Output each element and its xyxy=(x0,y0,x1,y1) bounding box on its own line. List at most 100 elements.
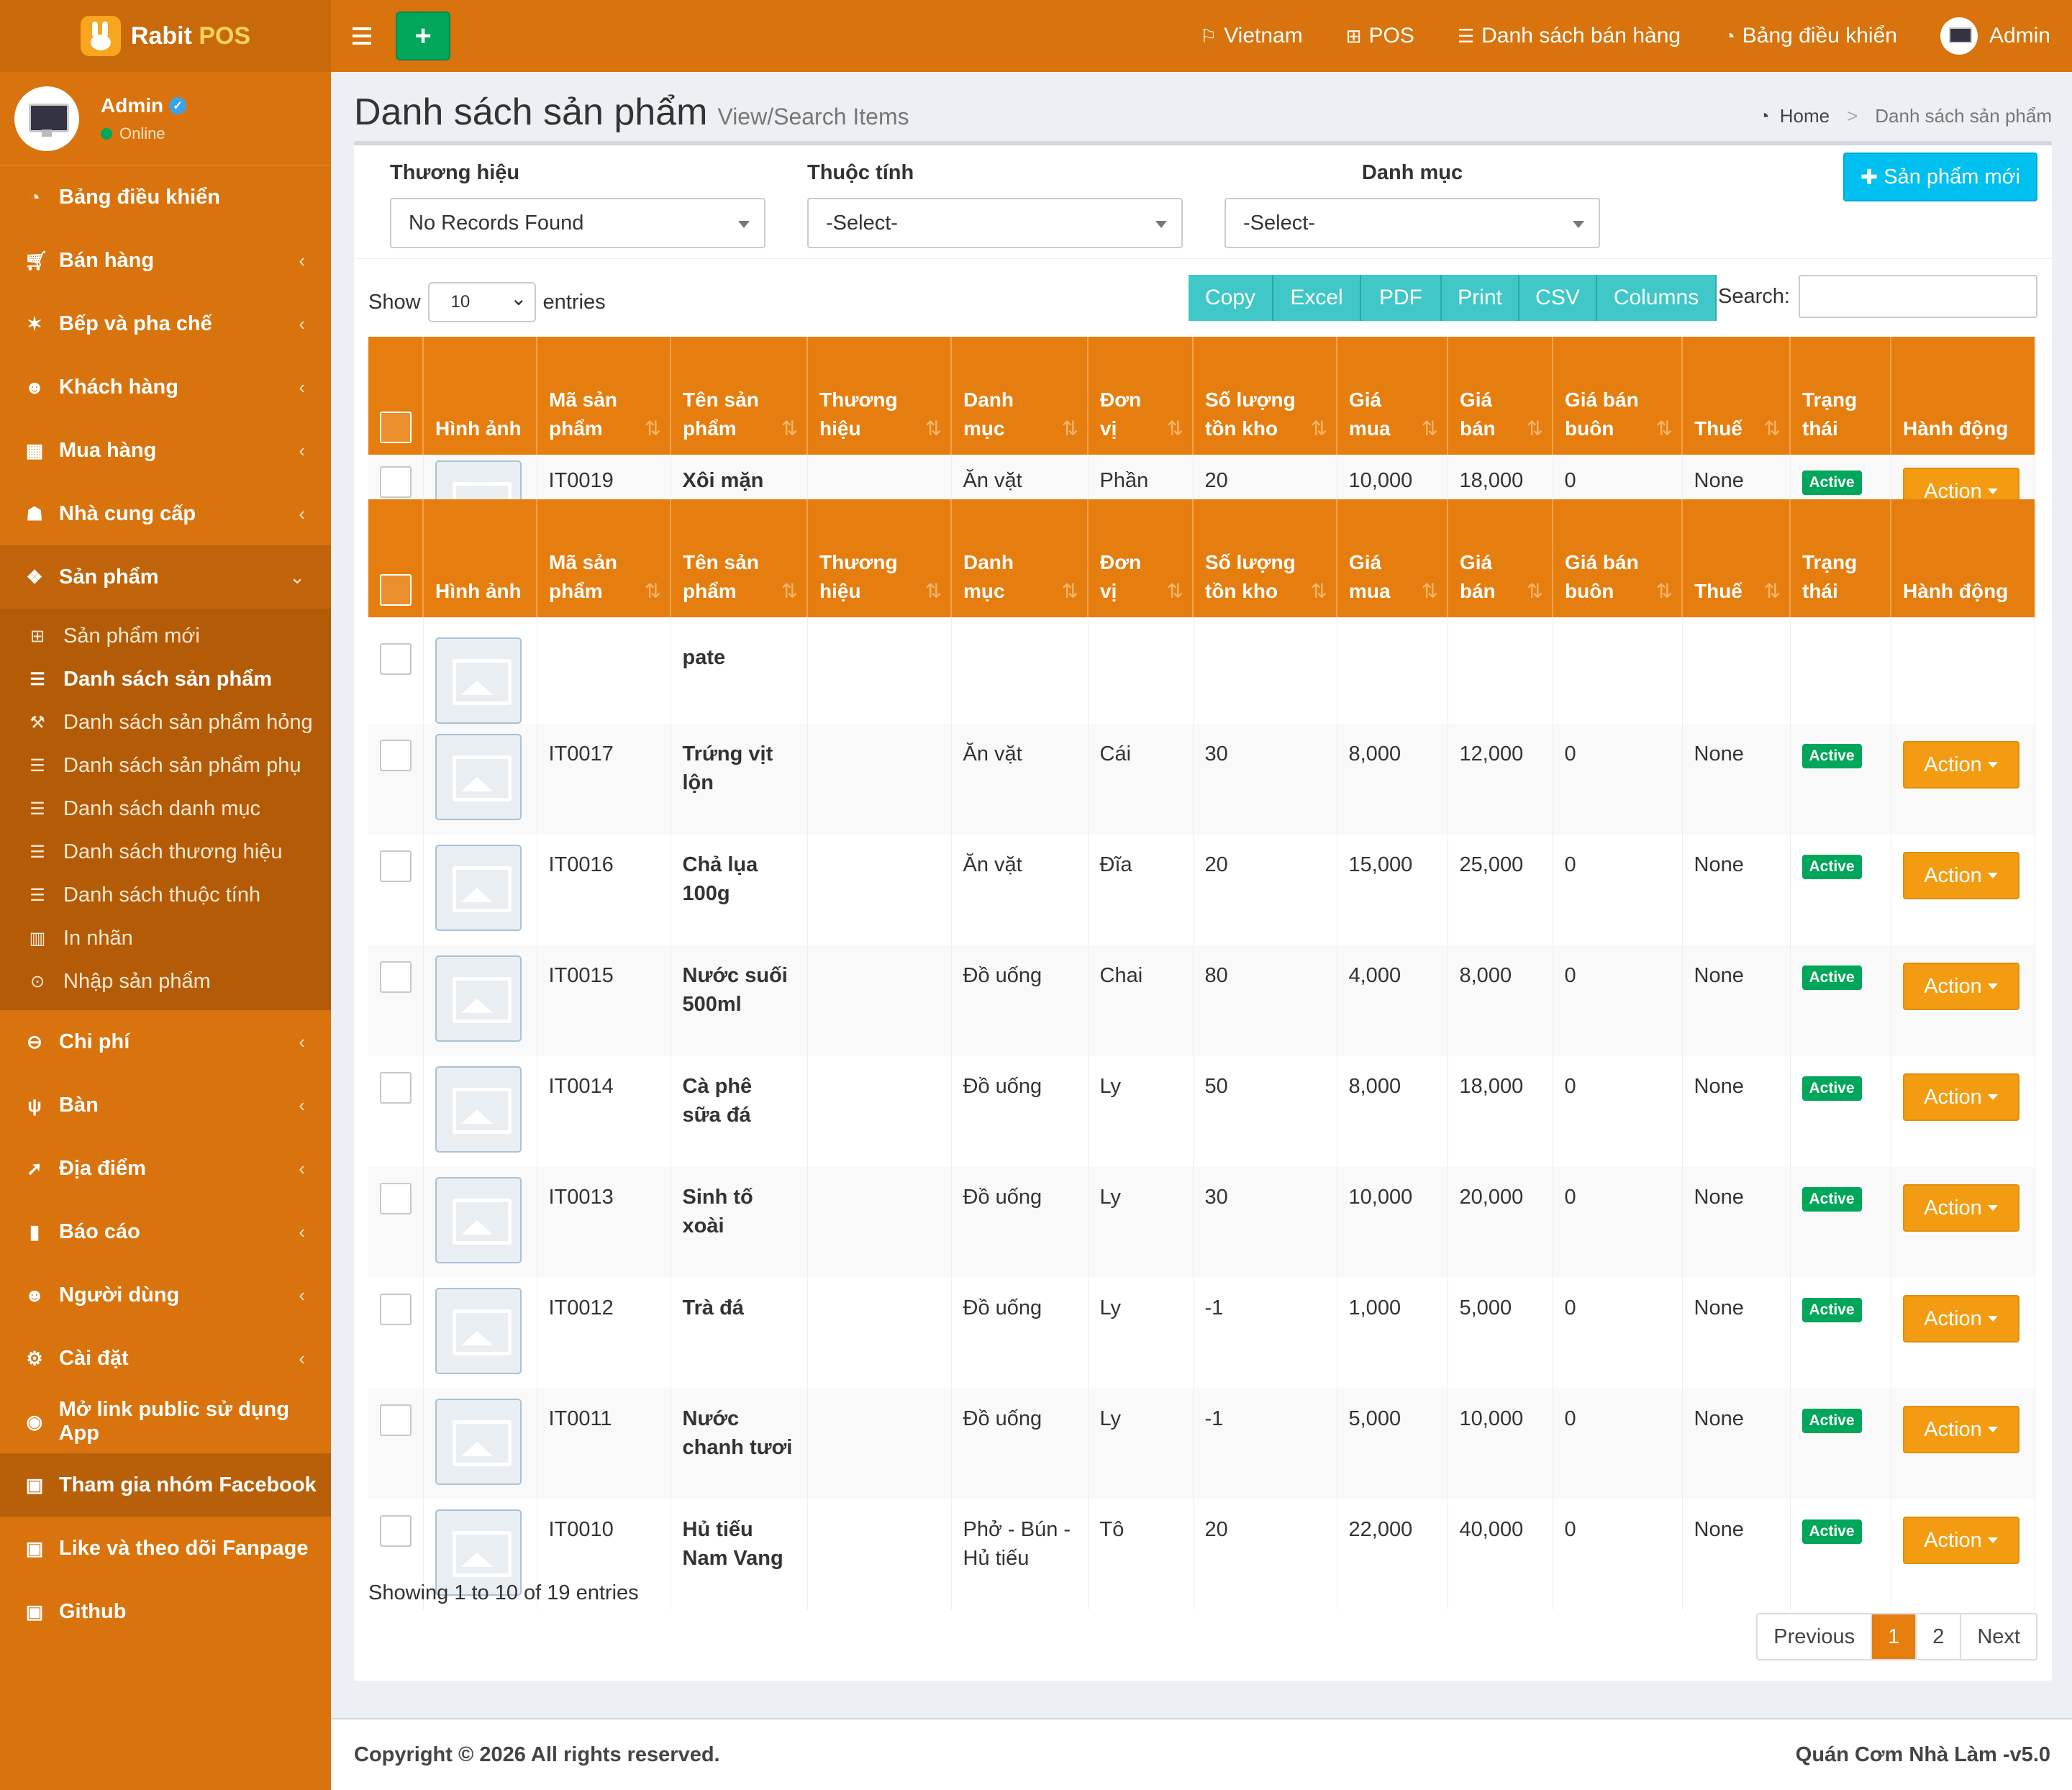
row-action-button[interactable]: Action xyxy=(1902,741,2019,789)
nav-user-menu[interactable]: Admin xyxy=(1940,17,2050,55)
sidebar-item-tables[interactable]: ψ Bàn ‹ xyxy=(0,1073,331,1137)
sidebar-item-settings[interactable]: ⚙ Cài đặt ‹ xyxy=(0,1327,331,1390)
row-checkbox[interactable] xyxy=(380,1294,412,1325)
column-header[interactable]: Mã sản phẩm ⇅ xyxy=(537,337,671,455)
new-product-button[interactable]: ✚ Sản phẩm mới xyxy=(1843,153,2037,201)
sidebar-item-public-link[interactable]: ◉ Mở link public sử dụng App xyxy=(0,1390,331,1453)
row-action-button[interactable]: Action xyxy=(1902,852,2019,899)
brand-filter-select[interactable]: No Records Found xyxy=(390,198,765,248)
submenu-item-new-product[interactable]: ⊞ Sản phẩm mới xyxy=(0,614,331,658)
row-checkbox[interactable] xyxy=(380,466,412,498)
sidebar-item-purchases[interactable]: ▦ Mua hàng ‹ xyxy=(0,419,331,482)
plus-square-icon: ⊞ xyxy=(29,626,45,646)
column-header[interactable]: Giá mua ⇅ xyxy=(1337,499,1448,617)
submenu-item-damaged-products[interactable]: ⚒ Danh sách sản phẩm hỏng xyxy=(0,701,331,744)
cell-name[interactable]: Cà phê sữa đá xyxy=(671,1056,808,1167)
row-checkbox[interactable] xyxy=(380,1183,412,1214)
row-action-button[interactable]: Action xyxy=(1902,1517,2019,1564)
cell-name[interactable]: Sinh tố xoài xyxy=(671,1167,808,1278)
cell-name[interactable]: Nước chanh tươi xyxy=(671,1389,808,1499)
sidebar-item-kitchen[interactable]: ✶ Bếp và pha chế ‹ xyxy=(0,292,331,355)
column-header[interactable]: Thuế ⇅ xyxy=(1682,499,1791,617)
row-checkbox[interactable] xyxy=(380,1404,412,1436)
row-checkbox[interactable] xyxy=(380,1515,412,1547)
row-action-button[interactable]: Action xyxy=(1902,1184,2019,1232)
csv-button[interactable]: CSV xyxy=(1519,275,1597,321)
sidebar-item-products[interactable]: ❖ Sản phẩm ⌄ xyxy=(0,545,331,609)
cell-name[interactable]: Nước suối 500ml xyxy=(671,945,808,1056)
submenu-item-attributes[interactable]: ☰ Danh sách thuộc tính xyxy=(0,873,331,917)
column-header[interactable]: Giá bán ⇅ xyxy=(1448,337,1553,455)
submenu-item-categories[interactable]: ☰ Danh sách danh mục xyxy=(0,787,331,830)
row-action-button[interactable]: Action xyxy=(1902,1073,2019,1121)
cell-name[interactable]: Hủ tiếu Nam Vang xyxy=(671,1499,808,1610)
submenu-item-print-labels[interactable]: ▥ In nhãn xyxy=(0,917,331,960)
column-header[interactable]: Giá bán buôn ⇅ xyxy=(1553,499,1683,617)
submenu-item-import-products[interactable]: ⊙ Nhập sản phẩm xyxy=(0,960,331,1003)
column-header[interactable]: Mã sản phẩm ⇅ xyxy=(537,499,671,617)
print-button[interactable]: Print xyxy=(1442,275,1519,321)
column-header[interactable]: Đơn vị ⇅ xyxy=(1088,337,1194,455)
pagination-previous[interactable]: Previous xyxy=(1758,1614,1873,1659)
cell-name[interactable]: Chả lụa 100g xyxy=(671,835,808,945)
row-action-button[interactable]: Action xyxy=(1902,1406,2019,1453)
page-length-select[interactable]: 10 xyxy=(427,282,536,322)
category-filter-select[interactable]: -Select- xyxy=(1224,198,1600,248)
column-header[interactable]: Giá bán ⇅ xyxy=(1448,499,1553,617)
submenu-item-brands[interactable]: ☰ Danh sách thương hiệu xyxy=(0,830,331,873)
row-checkbox[interactable] xyxy=(380,961,412,993)
column-header[interactable]: Giá bán buôn ⇅ xyxy=(1553,337,1683,455)
column-header[interactable]: Số lượng tồn kho ⇅ xyxy=(1193,337,1337,455)
sidebar-item-dashboard[interactable]: ◔ Bảng điều khiển xyxy=(0,165,331,229)
sidebar-item-reports[interactable]: ▮ Báo cáo ‹ xyxy=(0,1200,331,1263)
attribute-filter-select[interactable]: -Select- xyxy=(807,198,1183,248)
column-header[interactable]: Thương hiệu ⇅ xyxy=(807,337,952,455)
column-header[interactable]: Thuế ⇅ xyxy=(1682,337,1791,455)
sidebar-item-suppliers[interactable]: ☗ Nhà cung cấp ‹ xyxy=(0,482,331,545)
sidebar-item-users[interactable]: ☻ Người dùng ‹ xyxy=(0,1263,331,1327)
row-checkbox[interactable] xyxy=(380,643,412,675)
column-header[interactable]: Tên sản phẩm ⇅ xyxy=(671,499,808,617)
row-action-button[interactable]: Action xyxy=(1902,1295,2019,1342)
sidebar-item-facebook-group[interactable]: ▣ Tham gia nhóm Facebook xyxy=(0,1453,331,1517)
language-selector[interactable]: ⚐ Vietnam xyxy=(1200,24,1303,48)
column-header[interactable]: Danh mục ⇅ xyxy=(951,499,1089,617)
sidebar-item-fanpage[interactable]: ▣ Like và theo dõi Fanpage xyxy=(0,1517,331,1580)
nav-pos[interactable]: ⊞ POS xyxy=(1346,24,1414,48)
select-all-checkbox[interactable] xyxy=(380,574,412,606)
row-checkbox[interactable] xyxy=(380,850,412,882)
sidebar-item-expenses[interactable]: ⊖ Chi phí ‹ xyxy=(0,1010,331,1073)
nav-sales-list[interactable]: ☰ Danh sách bán hàng xyxy=(1458,24,1681,48)
cell-name[interactable]: Trứng vịt lộn xyxy=(671,724,808,835)
brand-logo[interactable]: Rabit POS xyxy=(0,0,331,72)
sidebar-item-locations[interactable]: ➚ Địa điểm ‹ xyxy=(0,1137,331,1200)
pagination-next[interactable]: Next xyxy=(1961,1614,2036,1659)
pagination-page-1[interactable]: 1 xyxy=(1872,1614,1917,1659)
row-action-button[interactable]: Action xyxy=(1902,963,2019,1010)
select-all-checkbox[interactable] xyxy=(380,412,412,443)
search-input[interactable] xyxy=(1799,275,2037,318)
excel-button[interactable]: Excel xyxy=(1273,275,1361,321)
submenu-item-product-list[interactable]: ☰ Danh sách sản phẩm xyxy=(0,658,331,701)
breadcrumb-home[interactable]: ◔ Home xyxy=(1758,105,1830,127)
columns-button[interactable]: Columns xyxy=(1597,275,1717,321)
copy-button[interactable]: Copy xyxy=(1189,275,1273,321)
column-header[interactable]: Thương hiệu ⇅ xyxy=(807,499,952,617)
column-header[interactable]: Giá mua ⇅ xyxy=(1337,337,1448,455)
pdf-button[interactable]: PDF xyxy=(1361,275,1442,321)
sidebar-item-github[interactable]: ▣ Github xyxy=(0,1580,331,1643)
sidebar-item-sales[interactable]: 🛒︎ Bán hàng ‹ xyxy=(0,229,331,292)
pagination-page-2[interactable]: 2 xyxy=(1917,1614,1962,1659)
sidebar-item-customers[interactable]: ☻ Khách hàng ‹ xyxy=(0,355,331,419)
row-checkbox[interactable] xyxy=(380,1072,412,1104)
column-header[interactable]: Danh mục ⇅ xyxy=(951,337,1089,455)
column-header[interactable]: Số lượng tồn kho ⇅ xyxy=(1193,499,1337,617)
row-checkbox[interactable] xyxy=(380,740,412,771)
column-header[interactable]: Tên sản phẩm ⇅ xyxy=(671,337,808,455)
submenu-item-sub-products[interactable]: ☰ Danh sách sản phẩm phụ xyxy=(0,744,331,787)
cell-name[interactable]: Trà đá xyxy=(671,1278,808,1389)
quick-add-button[interactable]: + xyxy=(396,12,450,60)
nav-dashboard[interactable]: ◔ Bảng điều khiển xyxy=(1724,24,1897,48)
column-header[interactable]: Đơn vị ⇅ xyxy=(1088,499,1194,617)
hamburger-menu-icon[interactable] xyxy=(353,27,374,45)
